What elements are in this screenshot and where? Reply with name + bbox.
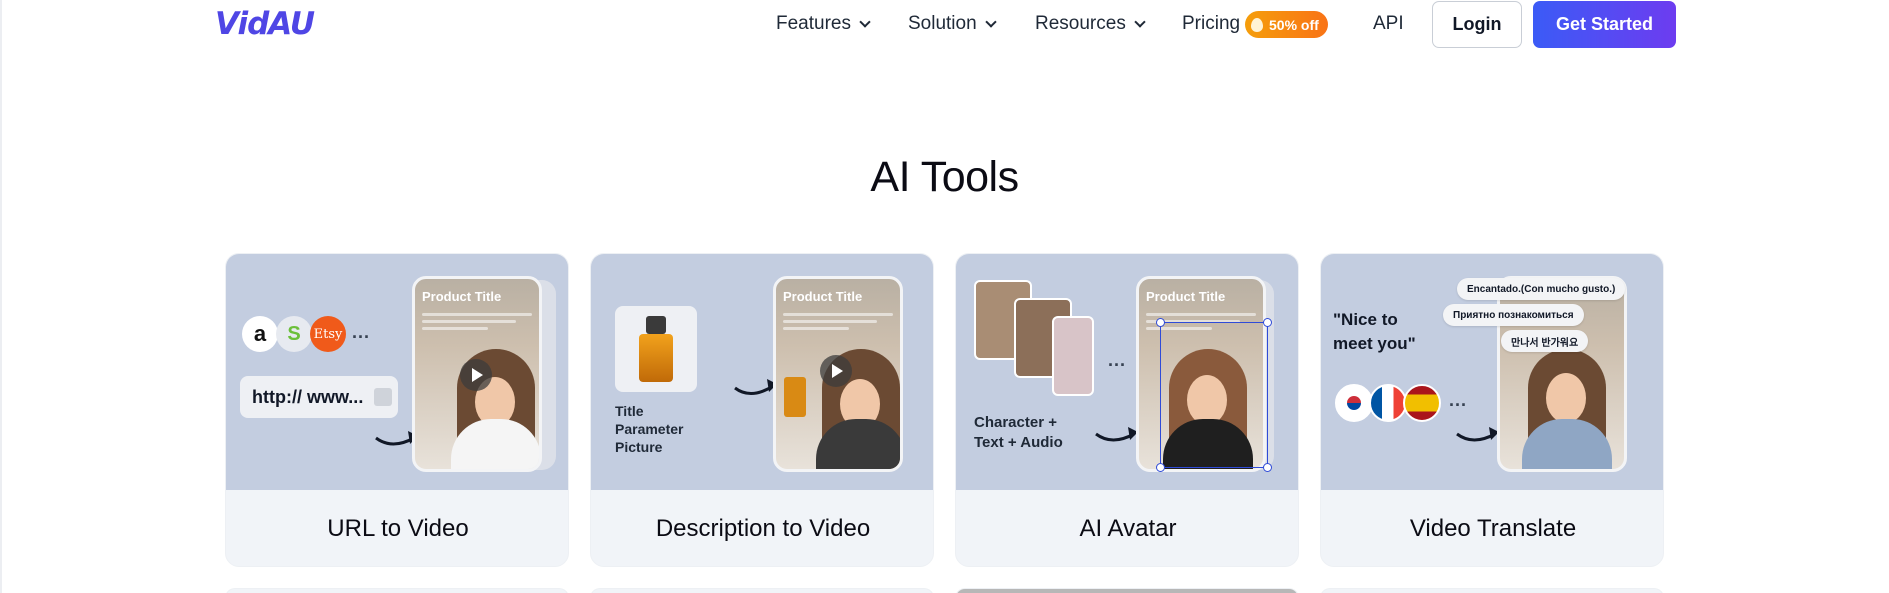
card-title: AI Avatar [1079, 515, 1177, 542]
speech-bubble-russian: Приятно познакомиться [1443, 304, 1584, 326]
nav-solution-label: Solution [908, 13, 977, 34]
card-thumbnail: a S Etsy ... http:// www... Product Titl… [226, 254, 568, 490]
avatar-caption-line1: Character + [974, 414, 1057, 431]
etsy-logo-text: Etsy [313, 326, 343, 342]
tool-card-ai-avatar[interactable]: ... Character + Text + Audio Product Tit… [955, 253, 1299, 567]
tool-card-url-to-video[interactable]: a S Etsy ... http:// www... Product Titl… [225, 253, 569, 567]
shopify-logo: S [276, 316, 312, 352]
phone-description-lines [783, 313, 893, 334]
input-picture-label: Picture [615, 439, 663, 455]
page-edge [0, 0, 2, 593]
perfume-cap [646, 316, 666, 334]
avatar-photo-3 [1052, 316, 1094, 396]
nav-solution[interactable]: Solution [908, 13, 997, 35]
resize-handle [1263, 463, 1272, 472]
amazon-logo: a [242, 316, 278, 352]
input-title-label: Title [615, 403, 644, 419]
perfume-in-hand [784, 377, 806, 417]
france-flag-icon [1369, 384, 1407, 422]
pricing-discount-badge[interactable]: 50% off [1245, 11, 1328, 38]
card-thumbnail: ... Character + Text + Audio Product Tit… [956, 254, 1298, 490]
phone-title: Product Title [1146, 289, 1226, 304]
resize-handle [1156, 318, 1165, 327]
phone-title: Product Title [422, 289, 502, 304]
quote-text: "Nice to meet you" [1333, 308, 1416, 356]
more-dots: ... [1449, 390, 1468, 410]
phone-title: Product Title [783, 289, 863, 304]
get-started-button[interactable]: Get Started [1533, 1, 1676, 48]
curved-arrow-icon [1456, 427, 1499, 442]
badge-label: 50% off [1269, 16, 1319, 33]
section-title: AI Tools [870, 153, 1019, 201]
card-title: URL to Video [327, 515, 469, 542]
url-input-mock: http:// www... [240, 376, 398, 418]
tool-card-row2-peek [590, 588, 934, 593]
tool-card-video-translate[interactable]: "Nice to meet you" ... Encantado.(Con mu… [1320, 253, 1664, 567]
person-face [1546, 373, 1586, 423]
phone-mockup: Product Title [412, 276, 542, 472]
arrow-right-icon [374, 388, 392, 406]
url-text: http:// www... [252, 386, 364, 407]
vidau-logo[interactable]: VidAU [215, 6, 315, 42]
amazon-logo-text: a [253, 321, 267, 346]
more-dots: ... [352, 322, 371, 342]
quote-line2: meet you" [1333, 334, 1416, 353]
tool-card-row2-peek [955, 588, 1299, 593]
quote-line1: "Nice to [1333, 310, 1398, 329]
avatar-caption-line2: Text + Audio [974, 434, 1063, 451]
phone-description-lines [422, 313, 532, 334]
login-button[interactable]: Login [1432, 1, 1522, 48]
perfume-image-frame [615, 306, 697, 392]
nav-pricing[interactable]: Pricing [1182, 13, 1240, 35]
resize-handle [1156, 463, 1165, 472]
tool-card-row2-peek [1320, 588, 1664, 593]
site-header: VidAU Features Solution Resources Pricin… [0, 0, 1889, 50]
nav-features[interactable]: Features [776, 13, 871, 35]
etsy-logo: Etsy [310, 316, 346, 352]
chevron-down-icon [1134, 16, 1146, 28]
tool-card-description-to-video[interactable]: Title Parameter Picture Product Title De… [590, 253, 934, 567]
card-thumbnail: Title Parameter Picture Product Title [591, 254, 933, 490]
card-title: Video Translate [1409, 515, 1577, 542]
play-icon [460, 359, 492, 391]
tool-card-row2-peek [225, 588, 569, 593]
speech-bubble-spanish: Encantado.(Con mucho gusto.) [1457, 278, 1626, 300]
korea-flag-icon [1335, 384, 1373, 422]
card-thumbnail: "Nice to meet you" ... Encantado.(Con mu… [1321, 254, 1663, 490]
phone-mockup: Product Title [773, 276, 903, 472]
nav-resources-label: Resources [1035, 13, 1126, 34]
perfume-bottle [639, 334, 673, 382]
fire-icon [1251, 17, 1263, 32]
nav-pricing-label: Pricing [1182, 13, 1241, 34]
input-parameter-label: Parameter [615, 421, 684, 437]
avatar-selection-box [1156, 318, 1272, 472]
curved-arrow-icon [1095, 427, 1138, 442]
more-dots: ... [1108, 350, 1127, 370]
play-icon [820, 355, 852, 387]
card-title: Description to Video [655, 515, 871, 542]
speech-bubble-korean: 만나서 반가워요 [1501, 330, 1589, 352]
nav-api[interactable]: API [1373, 13, 1404, 35]
chevron-down-icon [985, 16, 997, 28]
shopify-logo-text: S [287, 322, 301, 345]
chevron-down-icon [859, 16, 871, 28]
resize-handle [1263, 318, 1272, 327]
nav-resources[interactable]: Resources [1035, 13, 1146, 35]
spain-flag-icon [1403, 384, 1441, 422]
nav-api-label: API [1373, 13, 1404, 34]
nav-features-label: Features [776, 13, 851, 34]
